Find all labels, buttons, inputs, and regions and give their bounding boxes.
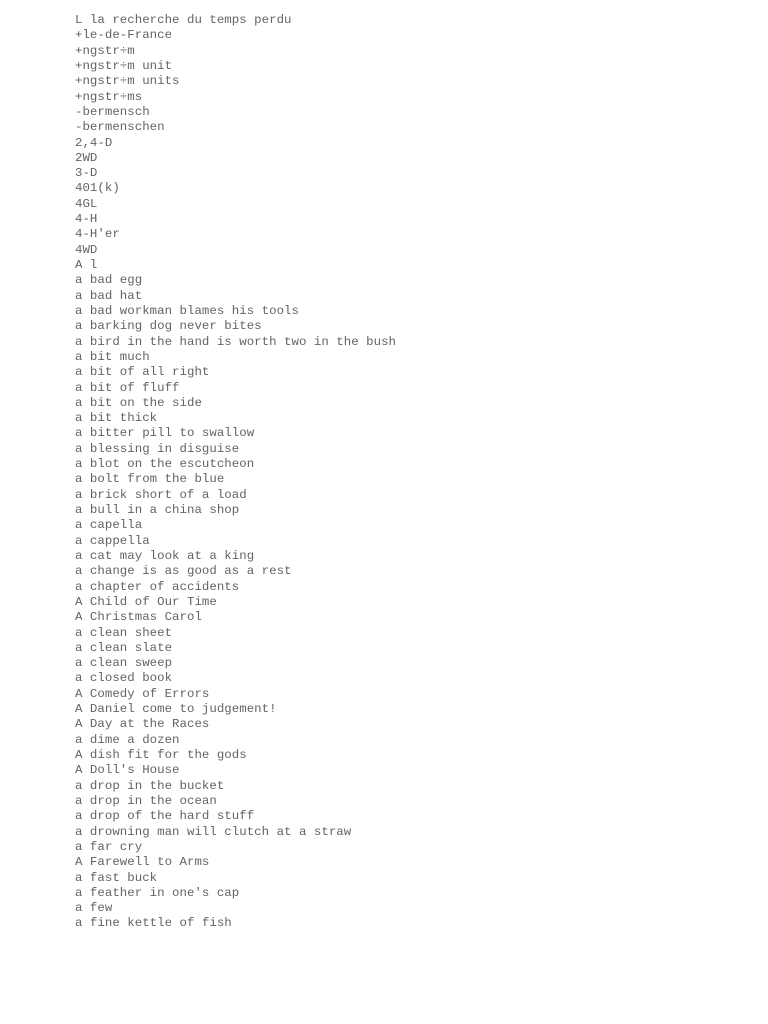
word-list-entry: a bit much <box>75 349 150 364</box>
word-list-entry: a change is as good as a rest <box>75 564 292 579</box>
word-list-entry: L la recherche du temps perdu <box>75 13 292 27</box>
word-list-entry: a bit thick <box>75 411 158 426</box>
word-list-entry: +le-de-France <box>75 28 173 43</box>
word-list-entry: a fast buck <box>75 870 158 885</box>
word-list-entry: A Farewell to Arms <box>75 855 210 870</box>
word-list-entry: 4-H <box>75 212 98 227</box>
word-list-entry: a cappella <box>75 533 150 548</box>
word-list-entry: A l <box>75 258 98 272</box>
word-list-entry: +ngstr÷m units <box>75 74 180 89</box>
word-list-entry: a far cry <box>75 839 143 854</box>
document-page: L la recherche du temps perdu +le-de-Fran… <box>0 0 768 1024</box>
word-list-entry: a bad hat <box>75 288 143 303</box>
word-list-entry: 401(k) <box>75 181 120 196</box>
word-list-entry: a few <box>75 901 113 916</box>
word-list-entry: A Child of Our Time <box>75 594 217 609</box>
word-list-entry: A Day at the Races <box>75 717 210 732</box>
word-list-entry: a bolt from the blue <box>75 472 225 487</box>
word-list-entry: 2WD <box>75 150 98 165</box>
word-list-entry: a feather in one's cap <box>75 885 240 900</box>
word-list-entry: a fine kettle of fish <box>75 916 232 931</box>
word-list-entry: a capella <box>75 518 143 533</box>
word-list-entry: a brick short of a load <box>75 487 247 502</box>
word-list-entry: a barking dog never bites <box>75 319 262 334</box>
word-list-entry: a drop of the hard stuff <box>75 809 255 824</box>
word-list-entry: a drop in the bucket <box>75 778 225 793</box>
word-list-entry: +ngstr÷m unit <box>75 58 173 73</box>
word-list-entry: a bit of fluff <box>75 380 180 395</box>
word-list-entry: a clean sheet <box>75 625 173 640</box>
word-list-entry: 3-D <box>75 166 98 181</box>
word-list-entry: a bit on the side <box>75 395 202 410</box>
word-list-entry: a clean sweep <box>75 656 173 671</box>
word-list-entry: a dime a dozen <box>75 732 180 747</box>
word-list-entry: a clean slate <box>75 640 173 655</box>
word-list-entry: a chapter of accidents <box>75 579 240 594</box>
word-list-entry: a bird in the hand is worth two in the b… <box>75 334 397 349</box>
word-list-entry: A dish fit for the gods <box>75 748 247 762</box>
word-list-entry: -bermenschen <box>75 120 165 135</box>
word-list-entry: a bull in a china shop <box>75 503 240 517</box>
word-list-entry: a blessing in disguise <box>75 441 240 456</box>
word-list: L la recherche du temps perdu +le-de-Fran… <box>75 13 735 932</box>
word-list-entry: -bermensch <box>75 104 150 119</box>
word-list-entry: 4-H'er <box>75 227 120 242</box>
word-list-entry: 4GL <box>75 196 98 211</box>
word-list-entry: a closed book <box>75 671 173 686</box>
word-list-entry: A Daniel come to judgement! <box>75 702 277 717</box>
word-list-entry: a drowning man will clutch at a straw <box>75 824 352 839</box>
word-list-entry: a cat may look at a king <box>75 548 255 563</box>
word-list-entry: +ngstr÷ms <box>75 89 143 104</box>
word-list-entry: A Doll's House <box>75 763 180 778</box>
word-list-entry: A Christmas Carol <box>75 610 202 625</box>
word-list-entry: 4WD <box>75 242 98 257</box>
word-list-entry: a drop in the ocean <box>75 793 217 808</box>
word-list-entry: a bitter pill to swallow <box>75 426 255 441</box>
word-list-entry: A Comedy of Errors <box>75 686 210 701</box>
word-list-entry: a blot on the escutcheon <box>75 457 255 472</box>
word-list-entry: +ngstr÷m <box>75 43 135 58</box>
word-list-entry: a bad workman blames his tools <box>75 303 299 318</box>
word-list-entry: 2,4-D <box>75 135 113 150</box>
word-list-entry: a bad egg <box>75 273 143 288</box>
word-list-entry: a bit of all right <box>75 365 210 380</box>
